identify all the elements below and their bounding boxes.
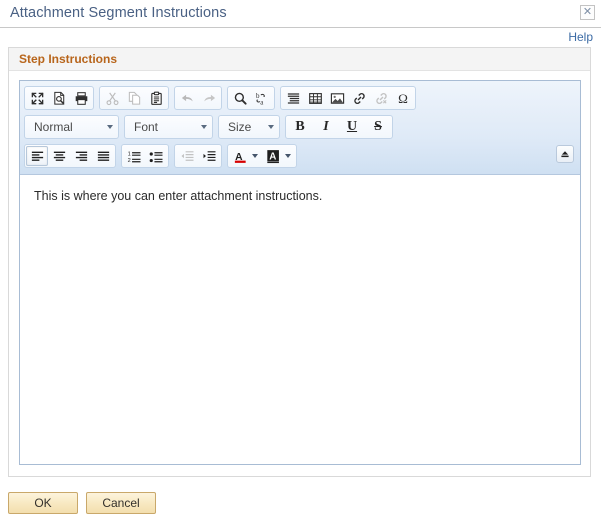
chevron-down-icon [268, 125, 274, 129]
window-titlebar: Attachment Segment Instructions ✕ [0, 0, 601, 28]
bulleted-list-icon[interactable] [145, 146, 167, 166]
help-row: Help [0, 28, 601, 47]
toolbar-group-clipboard [99, 86, 169, 110]
strikethrough-button[interactable]: S [365, 117, 391, 137]
toolbar-group-indent [174, 144, 222, 168]
ok-button[interactable]: OK [8, 492, 78, 514]
toolbar-group-alignment [24, 144, 116, 168]
chevron-down-icon [107, 125, 113, 129]
step-instructions-groupbox: Step Instructions b a Ω Normal Font Size… [8, 47, 591, 477]
align-justify-icon[interactable] [92, 146, 114, 166]
table-icon[interactable] [304, 88, 326, 108]
editor-content-area[interactable]: This is where you can enter attachment i… [20, 175, 580, 461]
page-title: Attachment Segment Instructions [10, 5, 227, 21]
unlink-icon[interactable] [370, 88, 392, 108]
rich-text-editor: b a Ω Normal Font Size B I U S 1 2 A A T… [19, 80, 581, 465]
collapse-toolbar-icon[interactable] [556, 145, 574, 163]
toolbar-row-3: 1 2 A A [24, 143, 577, 169]
svg-text:Ω: Ω [398, 91, 408, 106]
help-link[interactable]: Help [568, 30, 593, 44]
special-character-icon[interactable]: Ω [392, 88, 414, 108]
align-left-icon[interactable] [26, 146, 48, 166]
print-icon[interactable] [70, 88, 92, 108]
chevron-down-icon [252, 154, 258, 158]
paragraph-format-select[interactable]: Normal [24, 115, 119, 139]
redo-icon[interactable] [198, 88, 220, 108]
toolbar-row-1: b a Ω [24, 85, 577, 111]
align-right-icon[interactable] [70, 146, 92, 166]
cut-icon[interactable] [101, 88, 123, 108]
font-size-value: Size [228, 120, 252, 134]
outdent-icon[interactable] [176, 146, 198, 166]
align-center-icon[interactable] [48, 146, 70, 166]
chevron-down-icon [285, 154, 291, 158]
replace-icon[interactable]: b a [251, 88, 273, 108]
font-family-value: Font [134, 120, 159, 134]
image-icon[interactable] [326, 88, 348, 108]
maximize-icon[interactable] [26, 88, 48, 108]
chevron-down-icon [201, 125, 207, 129]
undo-icon[interactable] [176, 88, 198, 108]
toolbar-group-history [174, 86, 222, 110]
font-size-select[interactable]: Size [218, 115, 280, 139]
blockquote-icon[interactable] [282, 88, 304, 108]
find-icon[interactable] [229, 88, 251, 108]
preview-icon[interactable] [48, 88, 70, 108]
editor-toolbar: b a Ω Normal Font Size B I U S 1 2 A A [20, 81, 580, 175]
cancel-button[interactable]: Cancel [86, 492, 156, 514]
copy-icon[interactable] [123, 88, 145, 108]
svg-text:1: 1 [127, 151, 130, 157]
toolbar-group-insert: Ω [280, 86, 416, 110]
bold-button[interactable]: B [287, 117, 313, 137]
toolbar-group-lists: 1 2 [121, 144, 169, 168]
toolbar-group-search: b a [227, 86, 275, 110]
toolbar-group-colors: A A [227, 144, 297, 168]
numbered-list-icon[interactable]: 1 2 [123, 146, 145, 166]
underline-button[interactable]: U [339, 117, 365, 137]
text-color-button[interactable]: A [229, 146, 262, 166]
italic-button[interactable]: I [313, 117, 339, 137]
indent-icon[interactable] [198, 146, 220, 166]
toolbar-row-2: Normal Font Size B I U S [24, 114, 577, 140]
groupbox-title: Step Instructions [19, 52, 118, 66]
paste-icon[interactable] [145, 88, 167, 108]
svg-text:A: A [269, 151, 276, 162]
toolbar-group-document [24, 86, 94, 110]
link-icon[interactable] [348, 88, 370, 108]
font-family-select[interactable]: Font [124, 115, 213, 139]
groupbox-header: Step Instructions [9, 47, 590, 71]
paragraph-format-value: Normal [34, 120, 73, 134]
svg-text:a: a [260, 98, 264, 106]
dialog-footer: OK Cancel [8, 492, 164, 514]
background-color-button[interactable]: A [262, 146, 295, 166]
toolbar-group-basic-styles: B I U S [285, 115, 393, 139]
svg-text:2: 2 [127, 158, 130, 164]
close-icon[interactable]: ✕ [580, 5, 595, 20]
editor-body-text: This is where you can enter attachment i… [34, 189, 323, 203]
